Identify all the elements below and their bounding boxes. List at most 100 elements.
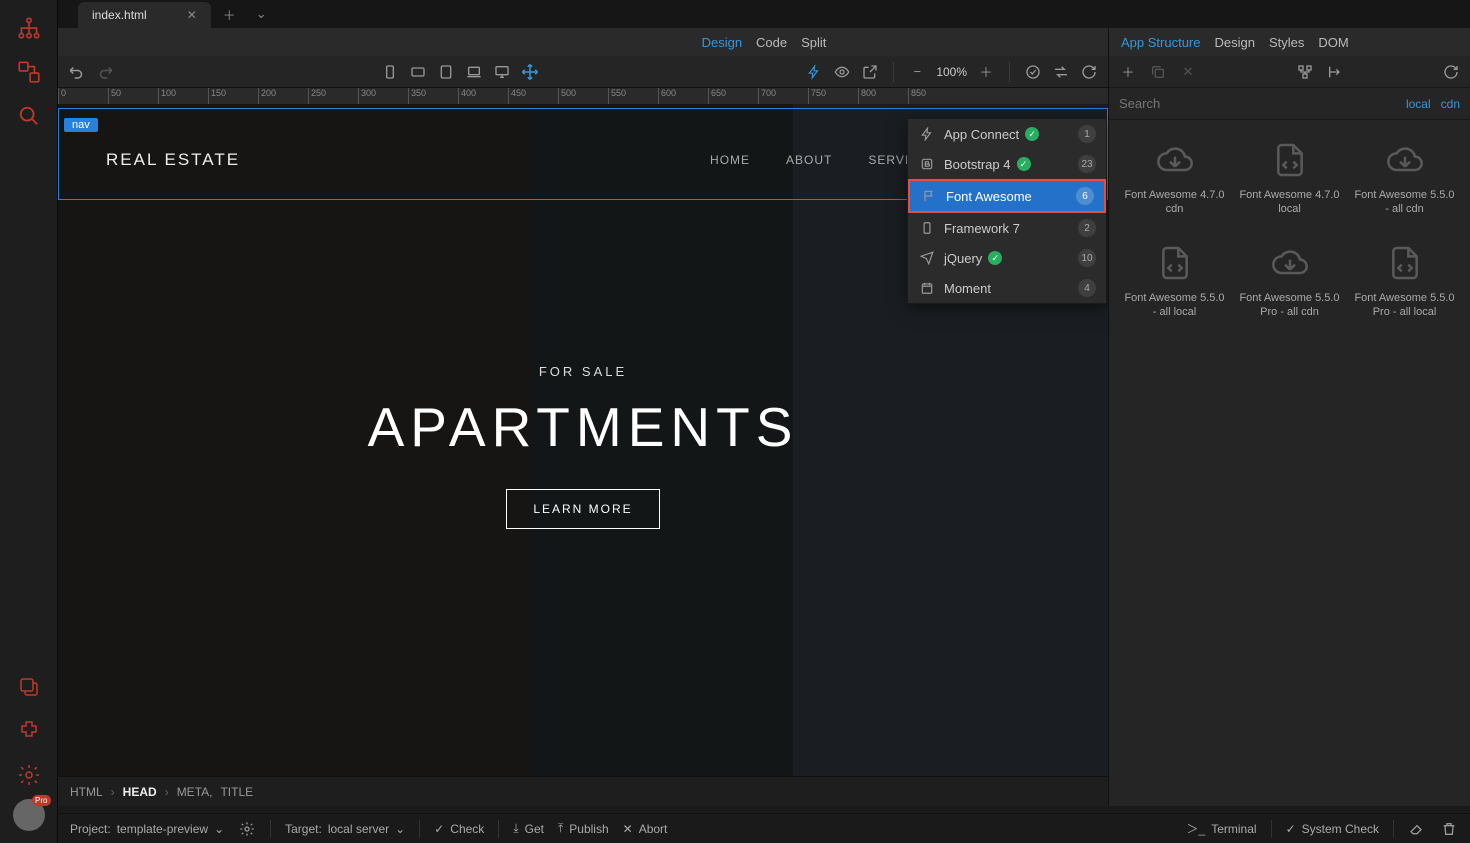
breadcrumb-item[interactable]: HTML <box>70 785 103 799</box>
view-split[interactable]: Split <box>801 35 826 50</box>
publish-button[interactable]: ⤒Publish <box>558 821 609 836</box>
framework-item[interactable]: Moment4 <box>908 273 1106 303</box>
component-item[interactable]: Font Awesome 5.5.0 Pro - all cdn <box>1236 235 1343 326</box>
component-label: Font Awesome 5.5.0 - all cdn <box>1353 188 1456 217</box>
close-icon[interactable]: ✕ <box>187 8 197 22</box>
component-item[interactable]: Font Awesome 4.7.0 local <box>1236 132 1343 223</box>
target-selector[interactable]: Target: local server ⌄ <box>285 822 405 836</box>
device-desktop-icon[interactable] <box>493 63 511 81</box>
link-icon[interactable] <box>9 52 49 92</box>
brand-logo[interactable]: REAL ESTATE <box>106 150 240 170</box>
component-item[interactable]: Font Awesome 5.5.0 Pro - all local <box>1351 235 1458 326</box>
add-tab-button[interactable]: ＋ <box>211 0 248 28</box>
view-design[interactable]: Design <box>702 35 742 50</box>
send-icon <box>918 249 936 267</box>
close-icon[interactable]: ✕ <box>1179 63 1197 81</box>
nav-link[interactable]: ABOUT <box>786 153 832 167</box>
search-input[interactable] <box>1119 96 1396 111</box>
panel-refresh-icon[interactable] <box>1442 63 1460 81</box>
refresh-icon[interactable] <box>1080 63 1098 81</box>
filter-cdn[interactable]: cdn <box>1441 97 1460 111</box>
component-label: Font Awesome 4.7.0 local <box>1238 188 1341 217</box>
avatar[interactable]: Pro <box>13 799 45 831</box>
layers-icon[interactable] <box>9 667 49 707</box>
device-tablet-icon[interactable] <box>437 63 455 81</box>
tree-icon[interactable] <box>1296 63 1314 81</box>
breadcrumb-item[interactable]: TITLE <box>220 785 253 799</box>
framework-item[interactable]: App Connect ✓1 <box>908 119 1106 149</box>
cloud-icon <box>1377 138 1433 182</box>
validate-icon[interactable] <box>1024 63 1042 81</box>
panel-tab[interactable]: DOM <box>1318 35 1348 50</box>
framework-item[interactable]: jQuery ✓10 <box>908 243 1106 273</box>
copy-icon[interactable] <box>1149 63 1167 81</box>
hero-button[interactable]: LEARN MORE <box>506 489 659 529</box>
panel-tab[interactable]: Styles <box>1269 35 1304 50</box>
file-code-icon <box>1147 241 1203 285</box>
panel-tab[interactable]: Design <box>1215 35 1255 50</box>
component-item[interactable]: Font Awesome 5.5.0 - all local <box>1121 235 1228 326</box>
panel-tab[interactable]: App Structure <box>1121 35 1201 50</box>
terminal-button[interactable]: ＞_Terminal <box>1187 820 1257 837</box>
component-item[interactable]: Font Awesome 4.7.0 cdn <box>1121 132 1228 223</box>
abort-icon: ✕ <box>623 822 633 836</box>
framework-name: App Connect ✓ <box>944 127 1070 142</box>
project-selector[interactable]: Project: template-preview ⌄ <box>70 822 224 836</box>
device-laptop-icon[interactable] <box>465 63 483 81</box>
pro-badge: Pro <box>32 795 50 806</box>
component-item[interactable]: Font Awesome 5.5.0 - all cdn <box>1351 132 1458 223</box>
upload-icon: ⤒ <box>558 821 563 836</box>
device-mobile-icon[interactable] <box>381 63 399 81</box>
cloud-icon <box>1262 241 1318 285</box>
check-badge: ✓ <box>988 251 1002 265</box>
abort-button[interactable]: ✕Abort <box>623 822 668 836</box>
project-settings-icon[interactable] <box>238 820 256 838</box>
hero-subtitle: FOR SALE <box>58 364 1108 379</box>
tab-title: index.html <box>92 8 147 22</box>
settings-icon[interactable] <box>9 755 49 795</box>
calendar-icon <box>918 279 936 297</box>
right-panel: App Structure Design Styles DOM ＋ ✕ local c… <box>1108 28 1470 806</box>
breadcrumb-item[interactable]: HEAD <box>123 785 157 799</box>
ruler: 0501001502002503003504004505005506006507… <box>58 88 1108 104</box>
eye-icon[interactable] <box>833 63 851 81</box>
external-link-icon[interactable] <box>861 63 879 81</box>
undo-icon[interactable] <box>68 63 86 81</box>
framework-name: Font Awesome <box>946 189 1068 204</box>
framework-item[interactable]: Bootstrap 4 ✓23 <box>908 149 1106 179</box>
get-button[interactable]: ⤓Get <box>513 821 544 836</box>
move-icon[interactable] <box>521 63 539 81</box>
expand-icon[interactable] <box>1326 63 1344 81</box>
device-tablet-landscape-icon[interactable] <box>409 63 427 81</box>
chevron-down-icon: ⌄ <box>395 822 405 836</box>
breadcrumb-item[interactable]: META, <box>177 785 213 799</box>
framework-count: 10 <box>1078 249 1096 267</box>
framework-count: 2 <box>1078 219 1096 237</box>
eraser-icon[interactable] <box>1408 820 1426 838</box>
file-tab[interactable]: index.html ✕ <box>78 2 211 28</box>
sync-icon[interactable] <box>1052 63 1070 81</box>
extensions-icon[interactable] <box>9 711 49 751</box>
cloud-icon <box>1147 138 1203 182</box>
framework-count: 6 <box>1076 187 1094 205</box>
hero-title: APARTMENTS <box>58 395 1108 459</box>
sitemap-icon[interactable] <box>9 8 49 48</box>
view-code[interactable]: Code <box>756 35 787 50</box>
filter-local[interactable]: local <box>1406 97 1431 111</box>
tab-bar: index.html ✕ ＋ ⌄ <box>58 0 1470 28</box>
search-icon[interactable] <box>9 96 49 136</box>
framework-item[interactable]: Framework 72 <box>908 213 1106 243</box>
zoom-in-icon[interactable]: ＋ <box>977 63 995 81</box>
nav-link[interactable]: HOME <box>710 153 750 167</box>
framework-item[interactable]: Font Awesome 6 <box>908 179 1106 213</box>
zoom-out-icon[interactable]: − <box>908 63 926 81</box>
framework-name: Moment <box>944 281 1070 296</box>
system-check-button[interactable]: ✓System Check <box>1286 822 1379 836</box>
trash-icon[interactable] <box>1440 820 1458 838</box>
add-icon[interactable]: ＋ <box>1119 63 1137 81</box>
redo-icon[interactable] <box>96 63 114 81</box>
left-sidebar: Pro <box>0 0 58 843</box>
check-button[interactable]: ✓Check <box>434 822 484 836</box>
tab-more-button[interactable]: ⌄ <box>248 0 275 28</box>
flash-icon[interactable] <box>805 63 823 81</box>
